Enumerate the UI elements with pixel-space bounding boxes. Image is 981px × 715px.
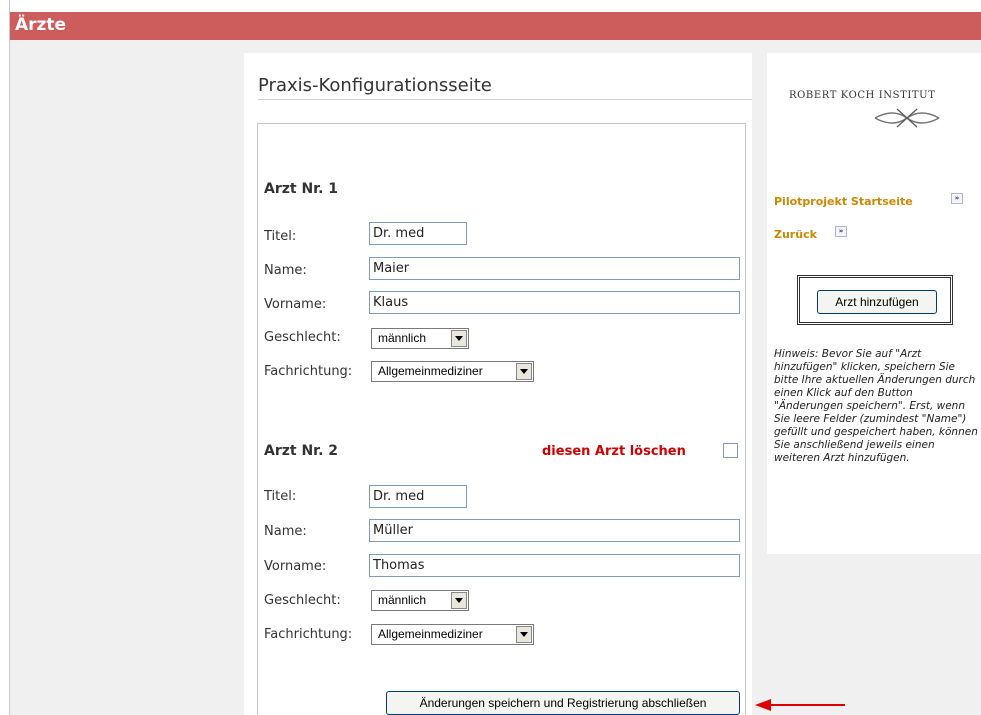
rki-logo-icon — [874, 108, 940, 128]
doctor-2-fachrichtung-select[interactable]: Allgemeinmediziner — [371, 624, 534, 645]
doctor-2-geschlecht-value: männlich — [378, 593, 427, 607]
doctor-2-name-input[interactable]: Müller — [369, 519, 740, 542]
doctor-1-name-label: Name: — [264, 263, 307, 278]
delete-doctor-checkbox[interactable] — [723, 443, 738, 458]
doctor-2-fachrichtung-value: Allgemeinmediziner — [378, 627, 483, 641]
double-chevron-right-icon[interactable]: » — [835, 226, 847, 237]
doctor-2-geschlecht-label: Geschlecht: — [264, 593, 341, 608]
header-bar: Ärzte — [10, 12, 981, 40]
doctor-2-name-label: Name: — [264, 524, 307, 539]
doctor-2-fachrichtung-label: Fachrichtung: — [264, 627, 353, 642]
doctor-1-fachrichtung-label: Fachrichtung: — [264, 364, 353, 379]
doctor-2-titel-input[interactable]: Dr. med — [369, 485, 467, 508]
doctor-2-vorname-label: Vorname: — [264, 559, 327, 574]
doctor-1-titel-label: Titel: — [264, 229, 297, 244]
doctor-1-geschlecht-select[interactable]: männlich — [371, 328, 469, 349]
link-zurueck[interactable]: Zurück — [774, 228, 817, 241]
doctor-1-fachrichtung-select[interactable]: Allgemeinmediziner — [371, 361, 534, 382]
doctor-1-titel-input[interactable]: Dr. med — [369, 222, 467, 245]
doctor-1-geschlecht-label: Geschlecht: — [264, 330, 341, 345]
dropdown-arrow-icon[interactable] — [451, 592, 467, 609]
doctor-1-fachrichtung-value: Allgemeinmediziner — [378, 364, 483, 378]
doctor-2-vorname-input[interactable]: Thomas — [369, 554, 740, 577]
doctor-1-heading: Arzt Nr. 1 — [264, 181, 339, 197]
double-chevron-right-icon[interactable]: » — [951, 193, 963, 204]
doctor-2-titel-label: Titel: — [264, 489, 297, 504]
doctor-1-vorname-input[interactable]: Klaus — [369, 291, 740, 314]
doctor-1-vorname-label: Vorname: — [264, 297, 327, 312]
dropdown-arrow-icon[interactable] — [516, 626, 532, 643]
doctor-1-geschlecht-value: männlich — [378, 331, 427, 345]
doctor-2-heading: Arzt Nr. 2 — [264, 443, 339, 459]
window-left-border — [0, 0, 10, 715]
red-pointer-arrow-icon — [755, 699, 845, 711]
dropdown-arrow-icon[interactable] — [451, 330, 467, 347]
delete-doctor-label: diesen Arzt löschen — [542, 444, 686, 459]
page-title: Praxis-Konfigurationsseite — [258, 75, 492, 96]
add-doctor-button[interactable]: Arzt hinzufügen — [817, 290, 937, 314]
link-pilotprojekt-startseite[interactable]: Pilotprojekt Startseite — [774, 195, 913, 208]
doctor-1-name-input[interactable]: Maier — [369, 257, 740, 280]
doctor-2-geschlecht-select[interactable]: männlich — [371, 590, 469, 611]
header-title: Ärzte — [15, 15, 67, 35]
title-divider — [258, 99, 752, 100]
save-and-register-button[interactable]: Änderungen speichern und Registrierung a… — [386, 691, 740, 715]
rki-logo-text: ROBERT KOCH INSTITUT — [789, 90, 936, 101]
hint-text: Hinweis: Bevor Sie auf "Arzt hinzufügen"… — [774, 348, 978, 464]
dropdown-arrow-icon[interactable] — [516, 363, 532, 380]
